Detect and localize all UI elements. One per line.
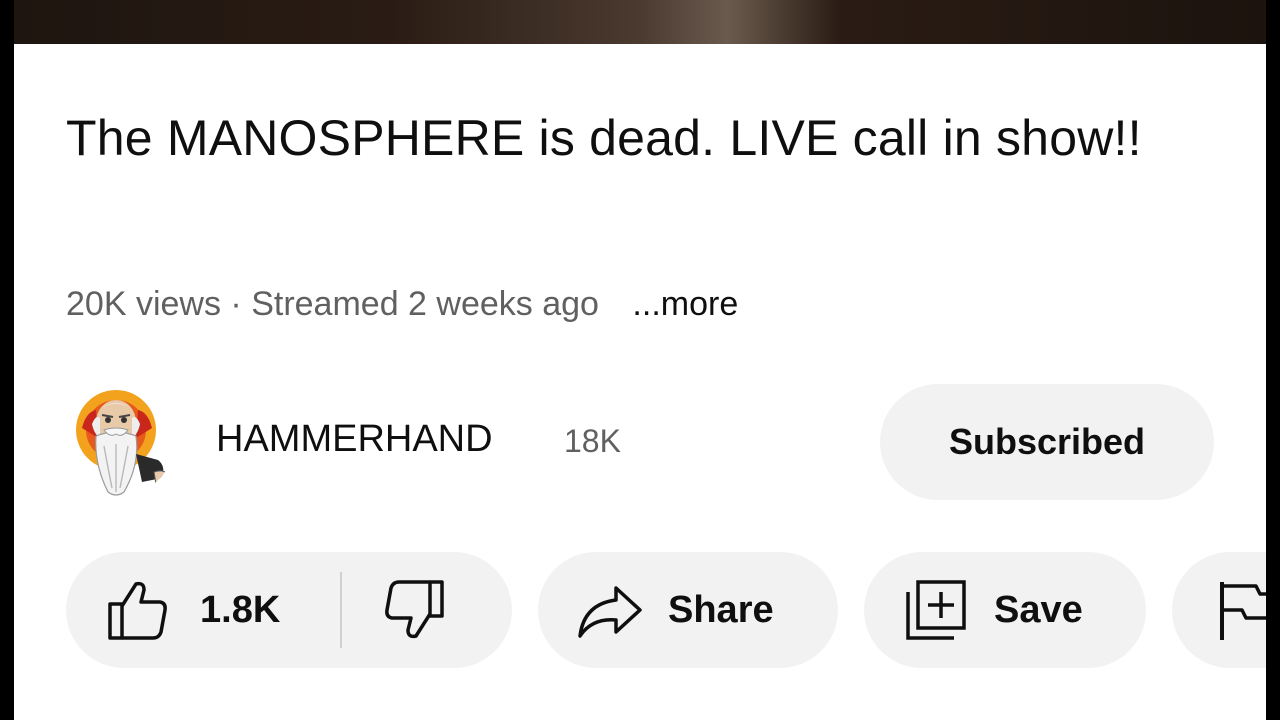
- share-arrow-icon: [576, 578, 644, 642]
- dislike-button[interactable]: [382, 552, 472, 668]
- view-count: 20K views: [66, 285, 221, 323]
- thumbs-up-icon: [106, 578, 170, 642]
- channel-avatar[interactable]: [66, 388, 174, 496]
- playlist-add-icon: [904, 578, 968, 642]
- like-button[interactable]: 1.8K: [106, 552, 326, 668]
- save-button-content: Save: [904, 552, 1134, 668]
- share-button-content: Share: [576, 552, 816, 668]
- thumbs-down-icon: [382, 578, 446, 642]
- like-count: 1.8K: [200, 588, 281, 631]
- share-button[interactable]: Share: [538, 552, 838, 668]
- flag-icon: [1216, 578, 1266, 642]
- more-button[interactable]: ...more: [632, 285, 738, 323]
- report-button-content: [1216, 552, 1266, 668]
- subscriber-count: 18K: [564, 423, 621, 459]
- video-title: The MANOSPHERE is dead. LIVE call in sho…: [66, 110, 1142, 166]
- like-dislike-divider: [340, 572, 342, 648]
- like-dislike-pill: 1.8K: [66, 552, 512, 668]
- video-player[interactable]: [14, 0, 1266, 44]
- save-button[interactable]: Save: [864, 552, 1146, 668]
- save-label: Save: [994, 588, 1083, 631]
- stream-date: Streamed 2 weeks ago: [251, 285, 599, 323]
- share-label: Share: [668, 588, 774, 631]
- video-watch-page: The MANOSPHERE is dead. LIVE call in sho…: [14, 0, 1266, 720]
- video-metadata[interactable]: 20K views · Streamed 2 weeks ago ...more: [66, 282, 738, 326]
- channel-row: HAMMERHAND 18K Subscribed: [66, 384, 1216, 500]
- bearded-old-man-avatar-icon: [66, 388, 174, 496]
- report-button[interactable]: [1172, 552, 1266, 668]
- action-bar: 1.8K Share Save: [66, 552, 1266, 668]
- channel-name[interactable]: HAMMERHAND: [216, 416, 493, 462]
- meta-separator: ·: [230, 285, 242, 323]
- subscribed-button[interactable]: Subscribed: [880, 384, 1214, 500]
